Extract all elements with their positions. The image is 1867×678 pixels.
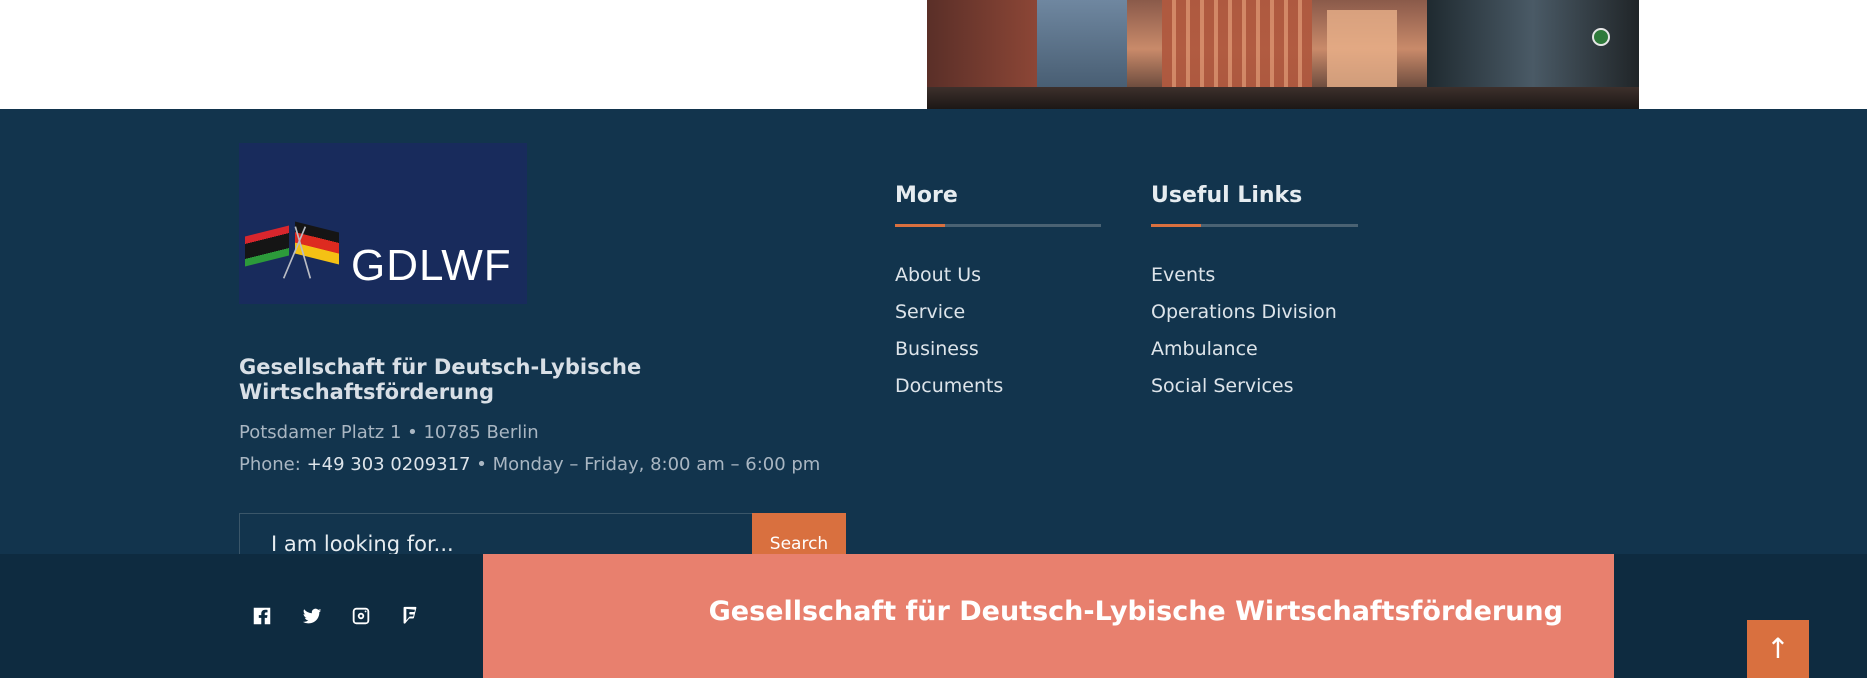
office-hours: • Monday – Friday, 8:00 am – 6:00 pm (476, 454, 821, 475)
more-title: More (895, 183, 958, 208)
useful-links-title: Useful Links (1151, 183, 1303, 208)
phone-number[interactable]: +49 303 0209317 (307, 454, 471, 475)
logo-text: GDLWF (351, 241, 512, 290)
instagram-icon[interactable] (350, 605, 374, 629)
more-underline (895, 224, 1101, 227)
bottom-banner-title: Gesellschaft für Deutsch-Lybische Wirtsc… (708, 596, 1563, 627)
twitter-icon[interactable] (301, 605, 325, 629)
phone-label: Phone: (239, 454, 301, 475)
link-service[interactable]: Service (895, 300, 1003, 337)
org-name: Gesellschaft für Deutsch-Lybische Wirtsc… (239, 355, 642, 404)
back-to-top-button[interactable]: ↑ (1747, 620, 1809, 678)
link-business[interactable]: Business (895, 337, 1003, 374)
link-social-services[interactable]: Social Services (1151, 374, 1337, 411)
bottom-banner: Gesellschaft für Deutsch-Lybische Wirtsc… (483, 554, 1614, 678)
foursquare-icon[interactable] (399, 605, 423, 629)
gdlwf-logo[interactable]: GDLWF (239, 143, 527, 304)
address: Potsdamer Platz 1 • 10785 Berlin (239, 422, 539, 443)
footer-main: GDLWF Gesellschaft für Deutsch-Lybische … (0, 109, 1867, 575)
contact-line: Phone: +49 303 0209317 • Monday – Friday… (239, 454, 820, 475)
link-documents[interactable]: Documents (895, 374, 1003, 411)
link-ambulance[interactable]: Ambulance (1151, 337, 1337, 374)
more-links: About Us Service Business Documents (895, 263, 1003, 411)
flag-poles-icon (282, 226, 312, 279)
link-about-us[interactable]: About Us (895, 263, 1003, 300)
useful-links-underline (1151, 224, 1358, 227)
facebook-icon[interactable] (251, 605, 275, 629)
useful-links: Events Operations Division Ambulance Soc… (1151, 263, 1337, 411)
hero-city-photo (927, 0, 1639, 109)
page: GDLWF Gesellschaft für Deutsch-Lybische … (0, 0, 1867, 678)
link-operations-division[interactable]: Operations Division (1151, 300, 1337, 337)
link-events[interactable]: Events (1151, 263, 1337, 300)
